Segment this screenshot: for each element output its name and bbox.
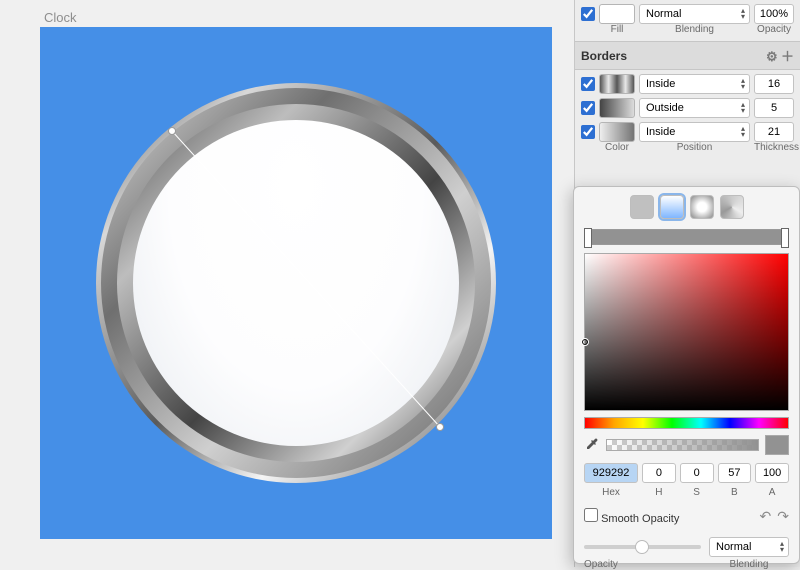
smooth-opacity-checkbox[interactable] bbox=[584, 508, 598, 522]
borders-section-title: Borders bbox=[581, 49, 627, 63]
a-label: A bbox=[755, 487, 789, 498]
border-3-position-select[interactable]: Inside ▴▾ bbox=[639, 122, 750, 142]
gear-icon[interactable]: ⚙ bbox=[766, 49, 778, 64]
updown-icon: ▴▾ bbox=[741, 8, 745, 20]
opacity-slider-knob[interactable] bbox=[635, 540, 649, 554]
gradient-editor-bar[interactable] bbox=[584, 229, 789, 245]
gradient-stop-left[interactable] bbox=[584, 228, 592, 248]
border-1-enabled-checkbox[interactable] bbox=[581, 77, 595, 91]
undo-icon[interactable]: ↶ bbox=[760, 508, 772, 525]
s-label: S bbox=[680, 487, 714, 498]
canvas-artboard[interactable] bbox=[40, 27, 552, 539]
gradient-handle-end[interactable] bbox=[436, 423, 444, 431]
h-label: H bbox=[642, 487, 676, 498]
borders-label-color: Color bbox=[599, 142, 635, 153]
border-2-position-select[interactable]: Outside ▴▾ bbox=[639, 98, 750, 118]
popover-blending-value: Normal bbox=[716, 541, 751, 553]
saturation-field[interactable] bbox=[680, 463, 714, 483]
smooth-opacity-option[interactable]: Smooth Opacity bbox=[584, 508, 679, 525]
hue-slider[interactable] bbox=[584, 417, 789, 429]
popover-blending-label: Blending bbox=[709, 559, 789, 570]
updown-icon: ▴▾ bbox=[780, 541, 784, 553]
eyedropper-icon[interactable] bbox=[584, 437, 600, 453]
hue-field[interactable] bbox=[642, 463, 676, 483]
gradient-handle-start[interactable] bbox=[168, 127, 176, 135]
add-border-icon[interactable]: ＋ bbox=[781, 49, 794, 64]
fill-opacity-field[interactable]: 100% bbox=[754, 4, 794, 24]
hex-field[interactable] bbox=[584, 463, 638, 483]
fill-blending-select[interactable]: Normal ▴▾ bbox=[639, 4, 750, 24]
alpha-field[interactable] bbox=[755, 463, 789, 483]
border-3-color-swatch[interactable] bbox=[599, 122, 635, 142]
popover-opacity-label: Opacity bbox=[584, 559, 709, 570]
sb-handle[interactable] bbox=[581, 338, 589, 346]
borders-label-thickness: Thickness bbox=[754, 142, 794, 153]
popover-blending-select[interactable]: Normal ▴▾ bbox=[709, 537, 789, 557]
redo-icon[interactable]: ↷ bbox=[777, 508, 789, 525]
smooth-opacity-label: Smooth Opacity bbox=[601, 513, 679, 525]
canvas-title: Clock bbox=[44, 10, 552, 25]
border-2-color-swatch[interactable] bbox=[599, 98, 635, 118]
color-picker-popover: Hex H S B A Smooth Opacity ↶ ↷ Normal ▴▾… bbox=[573, 186, 800, 564]
fill-label-opacity: Opacity bbox=[754, 24, 794, 35]
border-2-thickness-field[interactable]: 5 bbox=[754, 98, 794, 118]
updown-icon: ▴▾ bbox=[741, 126, 745, 138]
alpha-slider[interactable] bbox=[606, 439, 759, 451]
hex-label: Hex bbox=[584, 487, 638, 498]
current-color-swatch[interactable] bbox=[765, 435, 789, 455]
border-3-thickness-field[interactable]: 21 bbox=[754, 122, 794, 142]
updown-icon: ▴▾ bbox=[741, 78, 745, 90]
border-3-enabled-checkbox[interactable] bbox=[581, 125, 595, 139]
border-1-color-swatch[interactable] bbox=[599, 74, 635, 94]
fill-label-fill: Fill bbox=[599, 24, 635, 35]
brightness-field[interactable] bbox=[718, 463, 752, 483]
border-2-enabled-checkbox[interactable] bbox=[581, 101, 595, 115]
fill-type-radial-tab[interactable] bbox=[690, 195, 714, 219]
b-label: B bbox=[718, 487, 752, 498]
fill-enabled-checkbox[interactable] bbox=[581, 7, 595, 21]
border-2-position-value: Outside bbox=[646, 102, 684, 114]
fill-blending-value: Normal bbox=[646, 8, 681, 20]
border-3-position-value: Inside bbox=[646, 126, 675, 138]
border-1-position-value: Inside bbox=[646, 78, 675, 90]
fill-type-linear-tab[interactable] bbox=[660, 195, 684, 219]
saturation-brightness-field[interactable] bbox=[584, 253, 789, 411]
borders-label-position: Position bbox=[639, 142, 750, 153]
fill-type-solid-tab[interactable] bbox=[630, 195, 654, 219]
gradient-stop-right[interactable] bbox=[781, 228, 789, 248]
fill-type-angular-tab[interactable] bbox=[720, 195, 744, 219]
border-1-thickness-field[interactable]: 16 bbox=[754, 74, 794, 94]
fill-label-blending: Blending bbox=[639, 24, 750, 35]
updown-icon: ▴▾ bbox=[741, 102, 745, 114]
opacity-slider[interactable] bbox=[584, 545, 701, 549]
clock-shape[interactable] bbox=[96, 83, 496, 483]
border-1-position-select[interactable]: Inside ▴▾ bbox=[639, 74, 750, 94]
clock-face bbox=[133, 120, 459, 446]
fill-color-swatch[interactable] bbox=[599, 4, 635, 24]
